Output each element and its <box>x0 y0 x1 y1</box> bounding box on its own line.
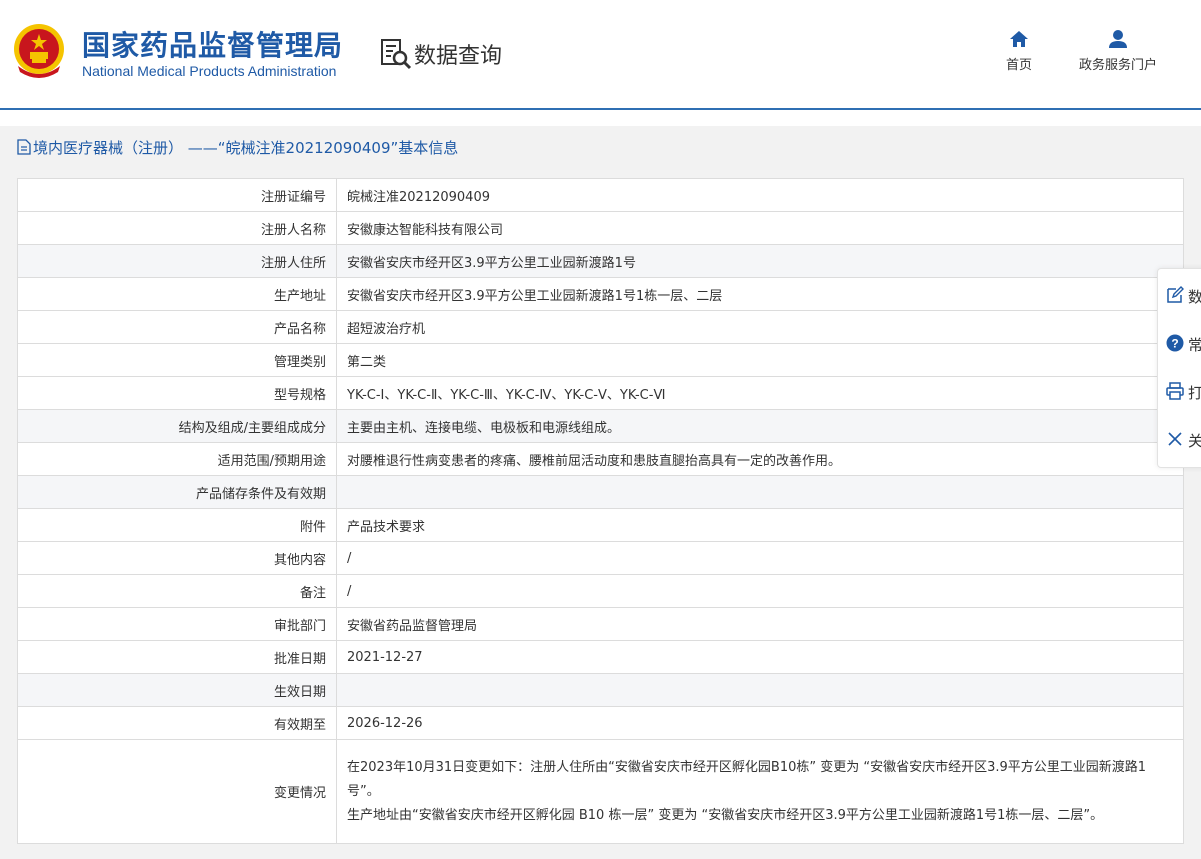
field-value: / <box>336 541 1184 575</box>
side-item-faq[interactable]: ? 常 <box>1158 319 1201 367</box>
field-value: 2026-12-26 <box>336 706 1184 740</box>
document-search-icon <box>381 39 412 70</box>
field-value: 产品技术要求 <box>336 508 1184 542</box>
svg-text:?: ? <box>1171 337 1178 351</box>
field-label: 注册人名称 <box>17 211 337 245</box>
change-history-line: 生产地址由“安徽省安庆市经开区孵化园 B10 栋一层” 变更为 “安徽省安庆市经… <box>347 807 1104 823</box>
field-value: 第二类 <box>336 343 1184 377</box>
table-row: 审批部门 安徽省药品监督管理局 <box>17 607 1184 641</box>
detail-panel: 境内医疗器械（注册） ——“皖械注准20212090409”基本信息 注册证编号… <box>0 126 1201 859</box>
nav-service-portal[interactable]: 政务服务门户 <box>1072 28 1164 73</box>
side-item-print[interactable]: 打 <box>1158 367 1201 415</box>
table-row: 生效日期 <box>17 673 1184 707</box>
field-label: 有效期至 <box>17 706 337 740</box>
user-icon <box>1109 30 1127 48</box>
field-value: 超短波治疗机 <box>336 310 1184 344</box>
field-value: 安徽省药品监督管理局 <box>336 607 1184 641</box>
agency-name-en[interactable]: National Medical Products Administration <box>82 63 336 79</box>
side-item-data[interactable]: 数 <box>1158 271 1201 319</box>
field-label: 型号规格 <box>17 376 337 410</box>
floating-side-toolbar: 数 ? 常 打 关 <box>1157 268 1201 468</box>
document-icon <box>17 139 31 155</box>
nav-home-label: 首页 <box>1005 58 1032 73</box>
side-item-faq-label: 常 <box>1188 336 1201 354</box>
table-row: 注册人名称 安徽康达智能科技有限公司 <box>17 211 1184 245</box>
field-label: 适用范围/预期用途 <box>17 442 337 476</box>
field-label: 注册证编号 <box>17 178 337 212</box>
print-icon <box>1166 382 1184 400</box>
field-label: 管理类别 <box>17 343 337 377</box>
registration-info-table: 注册证编号 皖械注准20212090409 注册人名称 安徽康达智能科技有限公司 注册人… <box>17 178 1184 844</box>
nav-home[interactable]: 首页 <box>1000 28 1038 73</box>
field-label: 其他内容 <box>17 541 337 575</box>
table-row: 管理类别 第二类 <box>17 343 1184 377</box>
table-row: 型号规格 YK-C-Ⅰ、YK-C-Ⅱ、YK-C-Ⅲ、YK-C-Ⅳ、YK-C-Ⅴ、Y… <box>17 376 1184 410</box>
field-value <box>336 673 1184 707</box>
field-value: 安徽省安庆市经开区3.9平方公里工业园新渡路1号 <box>336 244 1184 278</box>
home-icon <box>1010 31 1028 47</box>
table-row: 其他内容 / <box>17 541 1184 575</box>
field-label: 产品名称 <box>17 310 337 344</box>
change-history-value: 在2023年10月31日变更如下：注册人住所由“安徽省安庆市经开区孵化园B10栋… <box>336 739 1184 844</box>
site-header: 国家药品监督管理局 National Medical Products Admi… <box>0 0 1201 110</box>
side-item-print-label: 打 <box>1188 384 1201 402</box>
field-label: 生效日期 <box>17 673 337 707</box>
field-value: 安徽康达智能科技有限公司 <box>336 211 1184 245</box>
field-value: 2021-12-27 <box>336 640 1184 674</box>
field-label: 结构及组成/主要组成成分 <box>17 409 337 443</box>
field-label: 附件 <box>17 508 337 542</box>
change-history-label: 变更情况 <box>17 739 337 844</box>
field-value: 安徽省安庆市经开区3.9平方公里工业园新渡路1号1栋一层、二层 <box>336 277 1184 311</box>
field-label: 注册人住所 <box>17 244 337 278</box>
national-emblem-icon[interactable] <box>12 22 66 80</box>
table-row: 备注 / <box>17 574 1184 608</box>
panel-title: 境内医疗器械（注册） ——“皖械注准20212090409”基本信息 <box>17 137 458 158</box>
nav-service-portal-label: 政务服务门户 <box>1078 58 1157 73</box>
field-label: 备注 <box>17 574 337 608</box>
table-row: 适用范围/预期用途 对腰椎退行性病变患者的疼痛、腰椎前屈活动度和患肢直腿抬高具有一… <box>17 442 1184 476</box>
table-row: 批准日期 2021-12-27 <box>17 640 1184 674</box>
field-value: YK-C-Ⅰ、YK-C-Ⅱ、YK-C-Ⅲ、YK-C-Ⅳ、YK-C-Ⅴ、YK-C-… <box>336 376 1184 410</box>
table-row: 产品储存条件及有效期 <box>17 475 1184 509</box>
field-label: 审批部门 <box>17 607 337 641</box>
table-row: 生产地址 安徽省安庆市经开区3.9平方公里工业园新渡路1号1栋一层、二层 <box>17 277 1184 311</box>
help-icon: ? <box>1166 334 1184 352</box>
table-row: 产品名称 超短波治疗机 <box>17 310 1184 344</box>
field-value: 对腰椎退行性病变患者的疼痛、腰椎前屈活动度和患肢直腿抬高具有一定的改善作用。 <box>336 442 1184 476</box>
side-item-data-label: 数 <box>1188 288 1201 306</box>
data-query-title: 数据查询 <box>414 44 503 69</box>
field-value <box>336 475 1184 509</box>
field-value: 皖械注准20212090409 <box>336 178 1184 212</box>
field-label: 产品储存条件及有效期 <box>17 475 337 509</box>
panel-title-text: 境内医疗器械（注册） ——“皖械注准20212090409”基本信息 <box>33 139 459 157</box>
table-row: 结构及组成/主要组成成分 主要由主机、连接电缆、电极板和电源线组成。 <box>17 409 1184 443</box>
field-label: 生产地址 <box>17 277 337 311</box>
field-value: / <box>336 574 1184 608</box>
field-value: 主要由主机、连接电缆、电极板和电源线组成。 <box>336 409 1184 443</box>
field-label: 批准日期 <box>17 640 337 674</box>
table-row: 注册证编号 皖械注准20212090409 <box>17 178 1184 212</box>
side-item-close[interactable]: 关 <box>1158 415 1201 463</box>
table-row: 注册人住所 安徽省安庆市经开区3.9平方公里工业园新渡路1号 <box>17 244 1184 278</box>
edit-icon <box>1167 286 1184 303</box>
close-icon <box>1168 432 1182 446</box>
table-row: 附件 产品技术要求 <box>17 508 1184 542</box>
table-row: 有效期至 2026-12-26 <box>17 706 1184 740</box>
change-history-line: 在2023年10月31日变更如下：注册人住所由“安徽省安庆市经开区孵化园B10栋… <box>347 759 1147 799</box>
side-item-close-label: 关 <box>1188 432 1201 450</box>
change-history-row: 变更情况 在2023年10月31日变更如下：注册人住所由“安徽省安庆市经开区孵化园… <box>17 739 1184 844</box>
agency-name-cn[interactable]: 国家药品监督管理局 <box>82 24 343 64</box>
